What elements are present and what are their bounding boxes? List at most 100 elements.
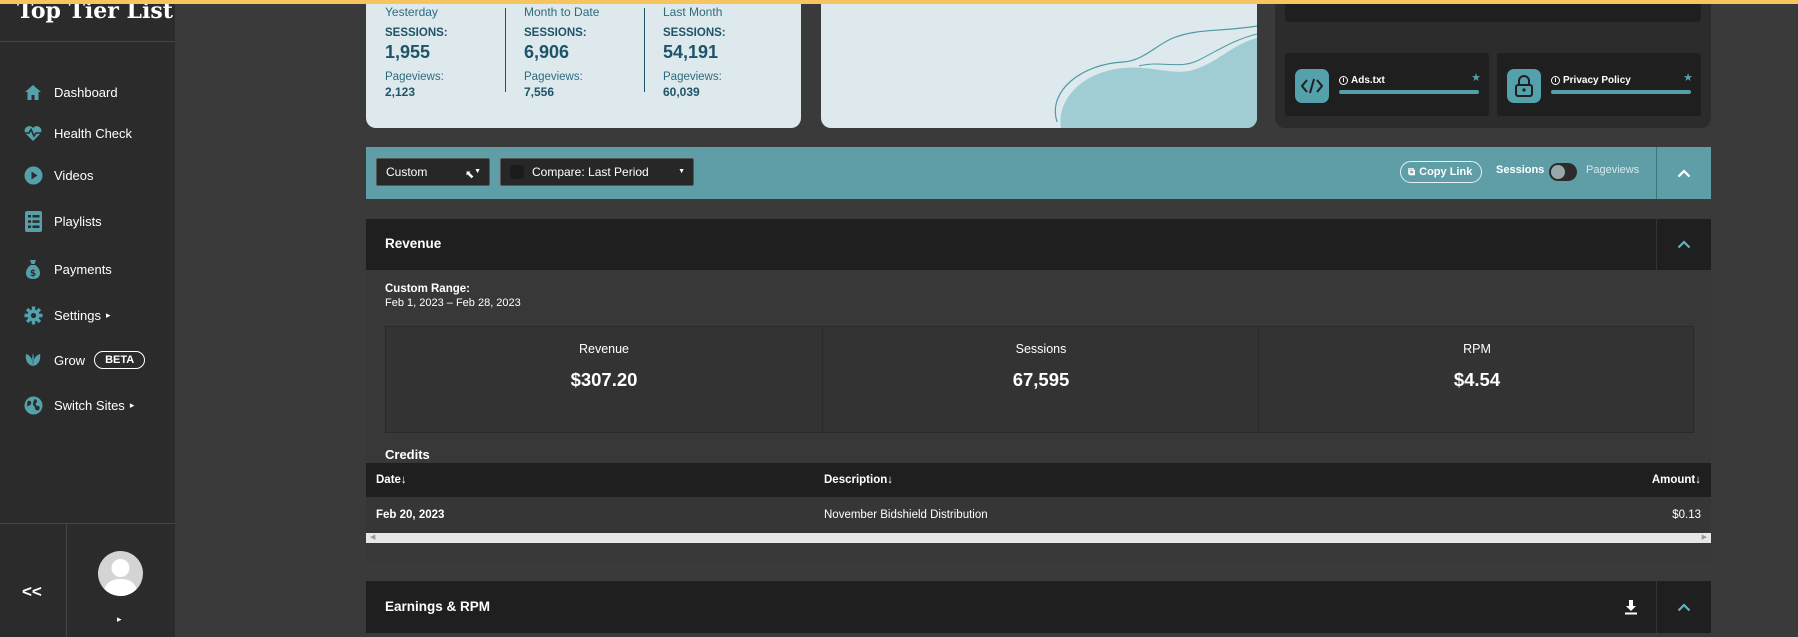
sidebar-item-health-check[interactable]: Health Check (22, 121, 132, 145)
filter-divider (1656, 147, 1657, 199)
sidebar-divider (66, 523, 67, 637)
download-icon (1625, 600, 1637, 615)
sidebar-item-label: Dashboard (54, 84, 118, 100)
stat-sessions-value: 54,191 (663, 42, 719, 62)
metric-label: Revenue (578, 342, 630, 356)
dropdown-arrow-icon: ▼ (474, 168, 481, 175)
sidebar-item-label: Switch Sites (54, 397, 125, 413)
caret-right-icon[interactable]: ▸ (117, 614, 122, 625)
star-icon[interactable]: ★ (1471, 71, 1481, 84)
stat-yesterday: Yesterday SESSIONS: 1,955 Pageviews: 2,1… (385, 5, 448, 99)
stat-sessions-label: SESSIONS: (663, 27, 726, 39)
tool-label: i Privacy Policy (1551, 75, 1631, 86)
sidebar-item-grow[interactable]: Grow BETA (22, 348, 146, 372)
sidebar-item-switch-sites[interactable]: Switch Sites ▸ (22, 393, 134, 417)
info-icon[interactable]: i (1339, 76, 1348, 85)
metric-sessions: Sessions 67,595 (823, 327, 1259, 432)
toggle-knob (1551, 165, 1565, 179)
stat-pageviews-label: Pageviews: (663, 71, 722, 83)
decorative-wave-card (821, 0, 1257, 128)
home-icon (22, 81, 44, 103)
download-button[interactable] (1621, 597, 1641, 617)
user-silhouette-icon (103, 559, 138, 596)
column-header-date[interactable]: Date↓ (376, 474, 407, 486)
sidebar-item-payments[interactable]: $ Payments (22, 257, 112, 281)
stat-last-month: Last Month SESSIONS: 54,191 Pageviews: 6… (663, 5, 726, 99)
sidebar-item-playlists[interactable]: Playlists (22, 209, 102, 233)
collapse-earnings-button[interactable] (1674, 597, 1694, 617)
metric-value: $307.20 (570, 369, 638, 390)
beta-badge: BETA (94, 351, 146, 369)
collapse-filters-button[interactable] (1674, 163, 1694, 183)
stat-sessions-value: 1,955 (385, 42, 431, 62)
date-range-select-value: Custom (386, 165, 428, 179)
revenue-panel-header: Revenue (366, 219, 1711, 270)
sidebar-item-settings[interactable]: Settings ▸ (22, 303, 111, 327)
avatar[interactable] (98, 551, 143, 596)
metric-label: Sessions (1015, 342, 1067, 356)
tool-label-text: Ads.txt (1351, 75, 1385, 86)
tool-progress-bar (1551, 90, 1691, 94)
lock-icon (1507, 69, 1541, 103)
sidebar-item-dashboard[interactable]: Dashboard (22, 80, 118, 104)
sidebar-divider (0, 41, 175, 42)
copy-link-label: Copy Link (1419, 166, 1473, 178)
wave-illustration (1054, 25, 1257, 128)
cell-amount: $0.13 (1672, 509, 1701, 521)
caret-right-icon: ▸ (129, 399, 135, 410)
mouse-cursor-icon: ⬉ (465, 169, 475, 181)
session-stats-card: Yesterday SESSIONS: 1,955 Pageviews: 2,1… (366, 0, 801, 128)
tools-panel: i Ads.txt ★ i Privacy Policy ★ (1275, 0, 1711, 128)
heart-pulse-icon (22, 122, 44, 144)
sidebar-item-label: Settings (54, 307, 101, 323)
collapse-sidebar-button[interactable]: << (22, 582, 42, 602)
collapse-revenue-button[interactable] (1674, 234, 1694, 254)
gear-icon (22, 304, 44, 326)
tool-privacy-policy[interactable]: i Privacy Policy ★ (1497, 53, 1701, 116)
earnings-panel-title: Earnings & RPM (385, 599, 491, 614)
sidebar-item-label: Payments (54, 261, 112, 277)
scroll-left-icon[interactable]: ◀ (370, 533, 375, 543)
star-icon[interactable]: ★ (1683, 71, 1693, 84)
tool-ads-txt[interactable]: i Ads.txt ★ (1285, 53, 1489, 116)
custom-range-value: Feb 1, 2023 – Feb 28, 2023 (385, 297, 521, 309)
sidebar-item-label: Playlists (54, 213, 102, 229)
money-bag-icon: $ (22, 258, 44, 280)
sidebar-item-videos[interactable]: Videos (22, 163, 94, 187)
column-header-description[interactable]: Description↓ (824, 474, 893, 486)
compare-select[interactable]: Compare: Last Period ▼ (500, 158, 694, 186)
compare-color-swatch (510, 165, 524, 179)
stat-pageviews-value: 7,556 (524, 85, 555, 99)
sidebar-item-label: Videos (54, 167, 94, 183)
tool-label-text: Privacy Policy (1563, 75, 1631, 86)
stat-period: Month to Date (524, 5, 600, 19)
metric-value: 67,595 (1012, 369, 1070, 390)
metric-toggle[interactable] (1549, 163, 1577, 181)
credits-table-header: Date↓ Description↓ Amount↓ (366, 463, 1711, 497)
stat-period: Last Month (663, 5, 723, 19)
header-divider (1656, 581, 1657, 633)
stat-pageviews-label: Pageviews: (385, 71, 444, 83)
date-range-select[interactable]: Custom ⬉ ▼ (376, 158, 490, 186)
cell-date: Feb 20, 2023 (376, 509, 445, 521)
chevron-up-icon (1677, 239, 1691, 248)
globe-icon (22, 394, 44, 416)
top-accent-bar (0, 0, 1798, 4)
sidebar-item-label: Grow (54, 352, 86, 368)
earnings-panel-header: Earnings & RPM (366, 581, 1711, 633)
column-header-amount[interactable]: Amount↓ (1652, 474, 1701, 486)
info-icon[interactable]: i (1551, 76, 1560, 85)
sidebar-divider (0, 523, 175, 524)
table-horizontal-scrollbar[interactable]: ◀ ▶ (366, 533, 1711, 543)
stat-divider (644, 8, 645, 92)
copy-link-button[interactable]: ⧉ Copy Link (1400, 161, 1483, 183)
play-circle-icon (22, 164, 44, 186)
revenue-panel-title: Revenue (385, 236, 442, 251)
list-icon (22, 210, 44, 232)
metric-label: RPM (1463, 342, 1491, 356)
revenue-panel-body: Custom Range: Feb 1, 2023 – Feb 28, 2023… (366, 270, 1711, 563)
caret-right-icon: ▸ (105, 309, 111, 320)
stat-pageviews-label: Pageviews: (524, 71, 583, 83)
scroll-right-icon[interactable]: ▶ (1702, 533, 1707, 543)
stat-pageviews-value: 60,039 (663, 85, 700, 99)
